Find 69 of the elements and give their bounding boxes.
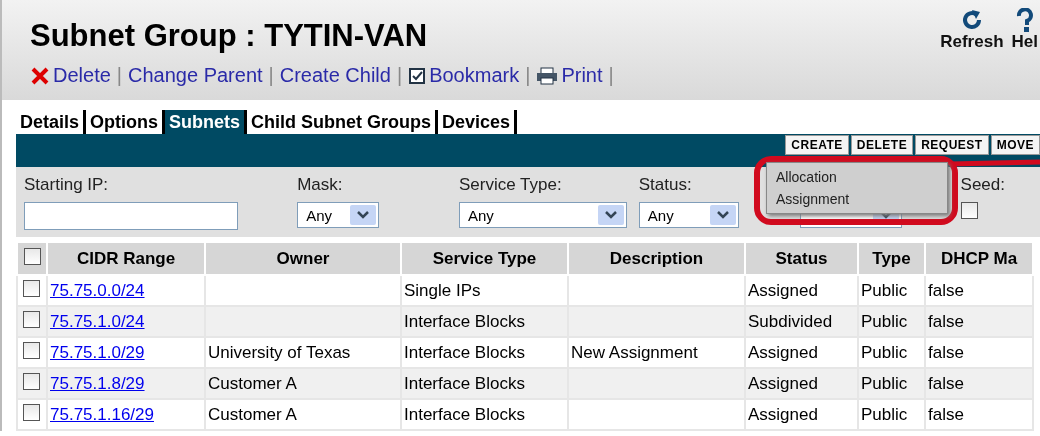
table-cell: Interface Blocks bbox=[404, 311, 525, 331]
action-link[interactable]: Print bbox=[536, 64, 603, 87]
separator: | bbox=[396, 64, 403, 87]
close-icon bbox=[30, 65, 50, 86]
checkbox[interactable] bbox=[23, 310, 40, 328]
separator: | bbox=[525, 64, 531, 87]
menu-item[interactable]: Assignment bbox=[767, 188, 947, 210]
page-title: Subnet Group : TYTIN-VAN bbox=[30, 18, 429, 54]
checkbox[interactable] bbox=[23, 279, 40, 297]
separator: | bbox=[608, 64, 614, 87]
table-cell: false bbox=[928, 373, 964, 393]
table-cell: Public bbox=[861, 404, 908, 424]
printer-icon bbox=[536, 66, 559, 85]
separator: | bbox=[268, 64, 274, 87]
table-cell: Assigned bbox=[748, 404, 818, 424]
table-cell: Public bbox=[861, 373, 908, 393]
checkbox[interactable] bbox=[23, 247, 41, 265]
checkbox[interactable] bbox=[23, 403, 40, 421]
filter-label: Mask: bbox=[297, 175, 344, 195]
select-field[interactable]: Any bbox=[638, 202, 739, 228]
table-cell: Interface Blocks bbox=[404, 373, 525, 393]
select-field[interactable]: Any bbox=[297, 202, 380, 228]
column-header: DHCP Ma bbox=[925, 242, 1033, 275]
table-cell: Interface Blocks bbox=[404, 404, 525, 424]
column-header: Type bbox=[858, 242, 925, 275]
table-cell: Public bbox=[861, 342, 908, 362]
table-cell: Single IPs bbox=[404, 280, 481, 300]
filter-label: Service Type: bbox=[459, 175, 563, 195]
toolbar-button[interactable]: DELETE bbox=[850, 135, 914, 155]
toolbar-button[interactable]: Hel bbox=[1011, 8, 1038, 100]
checkbox-icon bbox=[408, 66, 427, 85]
table-cell: Interface Blocks bbox=[404, 342, 525, 362]
select-field[interactable]: Any bbox=[459, 202, 627, 228]
table-cell: Customer A bbox=[208, 373, 297, 393]
action-link[interactable]: Change Parent bbox=[128, 64, 263, 87]
toolbar-button[interactable]: MOVE bbox=[990, 135, 1040, 155]
checkbox[interactable] bbox=[23, 341, 40, 359]
table-cell: Assigned bbox=[748, 342, 818, 362]
checkbox[interactable] bbox=[960, 202, 978, 219]
action-link[interactable]: Delete bbox=[30, 64, 111, 87]
column-header: CIDR Range bbox=[47, 242, 205, 275]
column-header: Status bbox=[745, 242, 858, 275]
table-cell: Assigned bbox=[748, 280, 818, 300]
column-header: Service Type bbox=[401, 242, 568, 275]
column-header: Owner bbox=[205, 242, 401, 275]
action-link[interactable]: Create Child bbox=[279, 64, 391, 87]
table-cell: New Assignment bbox=[571, 342, 698, 362]
table-cell: false bbox=[928, 280, 964, 300]
menu-item[interactable]: Allocation bbox=[767, 166, 947, 188]
toolbar-button[interactable]: CREATE bbox=[785, 135, 849, 155]
filter-label: Seed: bbox=[960, 175, 1006, 195]
table-cell: University of Texas bbox=[208, 342, 351, 362]
table-cell: Assigned bbox=[748, 373, 818, 393]
toolbar-button[interactable]: REQUEST bbox=[915, 135, 989, 155]
table-cell: Public bbox=[861, 280, 908, 300]
table-cell: Public bbox=[861, 311, 908, 331]
table-cell: false bbox=[928, 311, 964, 331]
table-cell: Subdivided bbox=[748, 311, 833, 331]
table-cell: false bbox=[928, 404, 964, 424]
filter-label: Starting IP: bbox=[24, 175, 110, 195]
table-cell: false bbox=[928, 342, 964, 362]
column-header: Description bbox=[568, 242, 745, 275]
tab[interactable]: Subnets bbox=[165, 110, 248, 134]
checkbox[interactable] bbox=[23, 372, 40, 390]
action-link[interactable]: Bookmark bbox=[408, 64, 520, 87]
toolbar-button[interactable]: Refresh bbox=[940, 8, 1004, 100]
input-field[interactable] bbox=[24, 202, 238, 230]
table-cell: Customer A bbox=[208, 404, 297, 424]
separator: | bbox=[116, 64, 122, 87]
